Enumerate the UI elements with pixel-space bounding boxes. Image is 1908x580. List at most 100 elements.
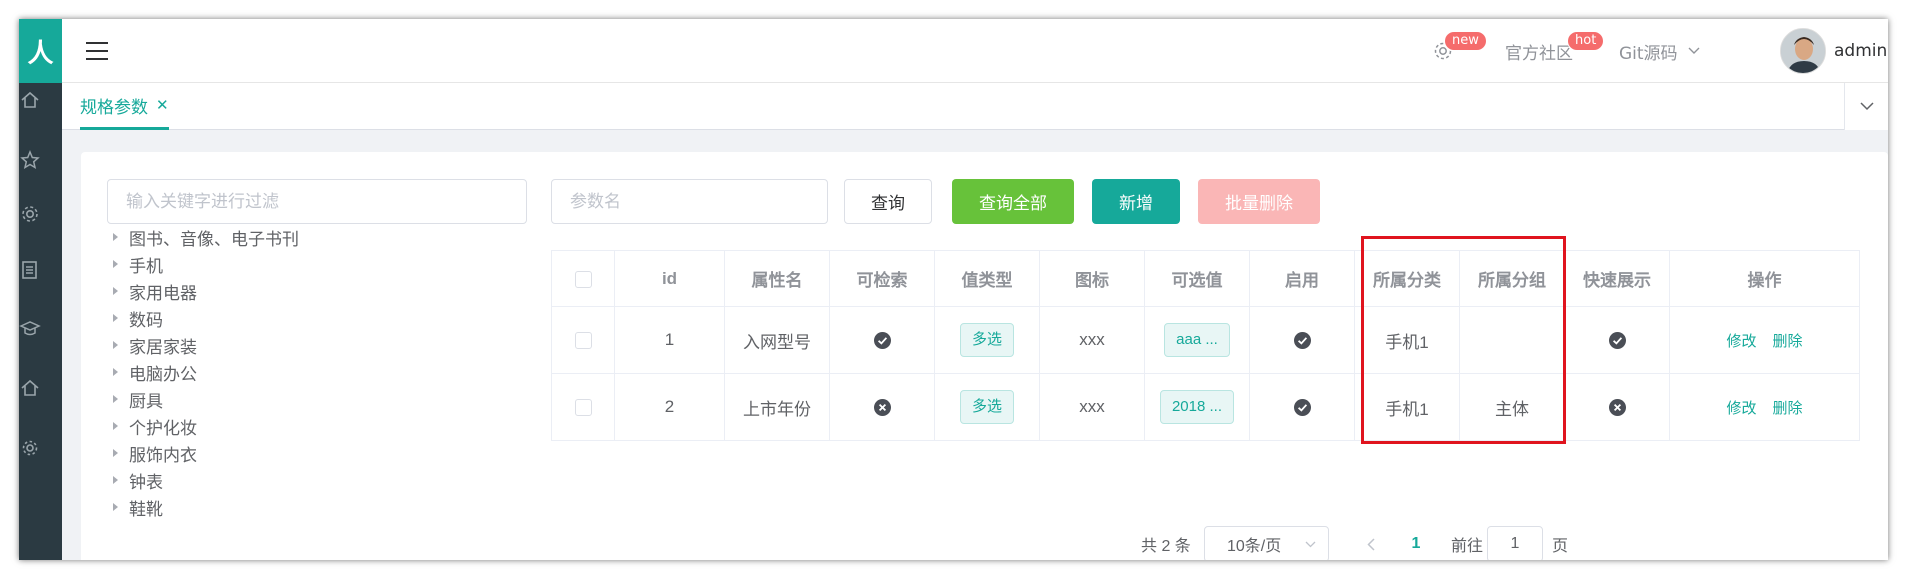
values-cell: aaa ... <box>1144 306 1250 374</box>
query-button[interactable]: 查询 <box>844 179 932 224</box>
row-select-cell[interactable] <box>551 373 615 441</box>
tree-node[interactable]: 厨具 <box>111 386 163 412</box>
tree-node[interactable]: 图书、音像、电子书刊 <box>111 224 299 250</box>
caret-right-icon <box>113 260 118 268</box>
page-suffix: 页 <box>1552 538 1569 555</box>
enabled-cell <box>1249 373 1355 441</box>
total-count: 共 2 条 <box>1141 538 1191 555</box>
searchable-cell <box>829 373 935 441</box>
row-checkbox[interactable] <box>574 399 592 417</box>
hamburger-icon[interactable] <box>86 42 108 60</box>
row-select-cell[interactable] <box>551 306 615 374</box>
query-all-button[interactable]: 查询全部 <box>952 179 1074 224</box>
table-row: 2 上市年份 多选 xxx 2018 ... 手机1 主体 修改 删除 <box>551 373 1860 441</box>
tab-label: 规格参数 <box>80 97 148 118</box>
tab-spec-params[interactable]: 规格参数 ✕ <box>80 83 169 130</box>
column-header: 属性名 <box>724 250 830 307</box>
column-header: 所属分组 <box>1459 250 1565 307</box>
graduation-icon[interactable] <box>19 317 41 339</box>
quick-show-cell <box>1564 373 1670 441</box>
settings-icon[interactable] <box>19 437 41 459</box>
tree-node[interactable]: 家居家装 <box>111 332 197 358</box>
tree-node[interactable]: 个护化妆 <box>111 413 197 439</box>
caret-right-icon <box>113 341 118 349</box>
column-header: 操作 <box>1669 250 1860 307</box>
caret-right-icon <box>113 314 118 322</box>
tree-node[interactable]: 电脑办公 <box>111 359 197 385</box>
avatar[interactable] <box>1780 28 1826 74</box>
chevron-down-icon <box>1859 102 1874 111</box>
git-source-dropdown[interactable]: Git源码 <box>1619 19 1700 83</box>
tree-node[interactable]: 鞋靴 <box>111 494 163 520</box>
username[interactable]: admin <box>1834 19 1887 83</box>
sidebar: 人 <box>19 19 62 560</box>
caret-right-icon <box>113 287 118 295</box>
check-circle-icon <box>1293 332 1311 350</box>
logo: 人 <box>19 19 62 83</box>
group-cell: 主体 <box>1459 373 1565 441</box>
tree-node[interactable]: 手机 <box>111 251 163 277</box>
tabs-bar: 规格参数 ✕ <box>62 83 1888 130</box>
column-header: 可选值 <box>1144 250 1250 307</box>
name-cell: 上市年份 <box>724 373 830 441</box>
tree-node[interactable]: 家用电器 <box>111 278 197 304</box>
values-tag: 2018 ... <box>1159 390 1235 424</box>
id-cell: 1 <box>614 306 725 374</box>
goto-label: 前往 <box>1451 538 1484 555</box>
tabs-more-dropdown[interactable] <box>1844 83 1888 130</box>
close-circle-icon <box>873 399 891 417</box>
tree-filter-input[interactable] <box>107 179 527 224</box>
select-all-checkbox[interactable] <box>574 270 592 288</box>
tree-node[interactable]: 数码 <box>111 305 163 331</box>
star-icon[interactable] <box>19 149 41 171</box>
close-circle-icon <box>1608 399 1626 417</box>
quick-show-cell <box>1564 306 1670 374</box>
goto-page-input[interactable] <box>1487 526 1543 560</box>
name-cell: 入网型号 <box>724 306 830 374</box>
caret-right-icon <box>113 476 118 484</box>
row-checkbox[interactable] <box>574 332 592 350</box>
delete-link[interactable]: 删除 <box>1773 333 1803 350</box>
git-source-label: Git源码 <box>1619 43 1678 64</box>
settings-icon-button[interactable] <box>1432 19 1454 83</box>
value-type-tag: 多选 <box>959 390 1014 424</box>
values-tag: aaa ... <box>1164 323 1230 357</box>
hot-badge: hot <box>1567 31 1605 51</box>
home-icon[interactable] <box>19 89 41 111</box>
close-icon[interactable]: ✕ <box>156 96 169 114</box>
column-header: 值类型 <box>934 250 1040 307</box>
add-button[interactable]: 新增 <box>1092 179 1180 224</box>
column-header: 快速展示 <box>1564 250 1670 307</box>
batch-delete-button[interactable]: 批量删除 <box>1198 179 1320 224</box>
enabled-cell <box>1249 306 1355 374</box>
community-link[interactable]: 官方社区 <box>1505 19 1573 83</box>
check-circle-icon <box>1293 399 1311 417</box>
select-all-cell[interactable] <box>551 250 615 307</box>
value-type-cell: 多选 <box>934 373 1040 441</box>
new-badge: new <box>1444 31 1487 51</box>
app-window: 人 new 官方社区 hot Git源码 admin 规格参数 ✕ 输入关键字进… <box>19 19 1888 560</box>
value-type-cell: 多选 <box>934 306 1040 374</box>
page-number[interactable]: 1 <box>1401 526 1431 560</box>
gear-icon[interactable] <box>19 203 41 225</box>
column-header: 所属分类 <box>1354 250 1460 307</box>
prev-page-button[interactable] <box>1356 526 1386 560</box>
group-cell <box>1459 306 1565 374</box>
delete-link[interactable]: 删除 <box>1773 400 1803 417</box>
home-icon[interactable] <box>19 377 41 399</box>
value-type-tag: 多选 <box>959 323 1014 357</box>
tree-node[interactable]: 钟表 <box>111 467 163 493</box>
page-size-select[interactable]: 10条/页 <box>1204 526 1329 560</box>
param-name-input[interactable] <box>551 179 828 224</box>
tree-node[interactable]: 服饰内衣 <box>111 440 197 466</box>
searchable-cell <box>829 306 935 374</box>
edit-link[interactable]: 修改 <box>1726 400 1756 417</box>
category-cell: 手机1 <box>1354 373 1460 441</box>
chevron-down-icon <box>1305 541 1316 548</box>
caret-right-icon <box>113 449 118 457</box>
column-header: 可检索 <box>829 250 935 307</box>
caret-right-icon <box>113 422 118 430</box>
document-icon[interactable] <box>19 259 41 281</box>
icon-cell: xxx <box>1039 373 1145 441</box>
edit-link[interactable]: 修改 <box>1726 333 1756 350</box>
